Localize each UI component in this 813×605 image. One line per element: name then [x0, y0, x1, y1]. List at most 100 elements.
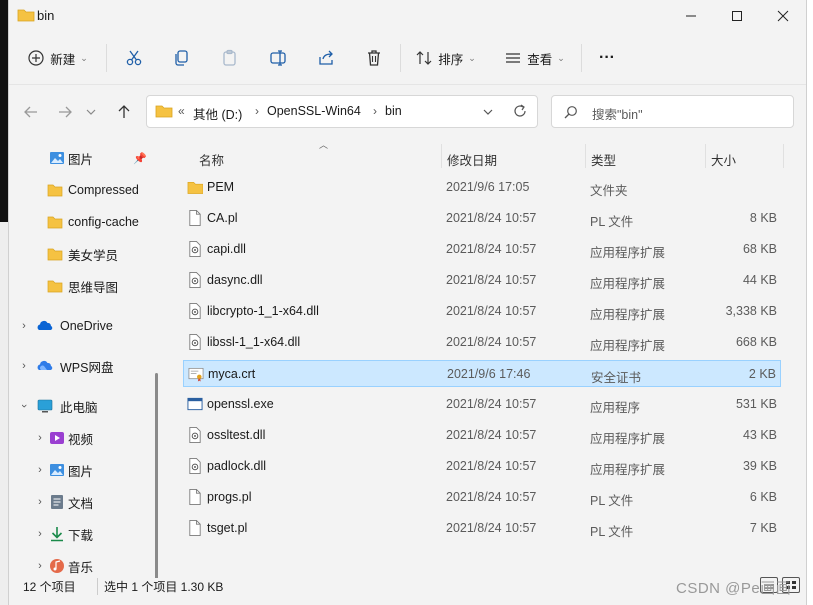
- chevron-right-icon[interactable]: ›: [34, 528, 46, 540]
- sidebar-item-compressed[interactable]: Compressed: [9, 175, 159, 205]
- sidebar-scrollbar[interactable]: [155, 373, 158, 578]
- file-row[interactable]: padlock.dll 2021/8/24 10:57 应用程序扩展 39 KB: [183, 453, 781, 480]
- chevron-right-icon[interactable]: ›: [34, 496, 46, 508]
- refresh-icon[interactable]: [513, 104, 527, 118]
- view-list-icon: [506, 53, 521, 63]
- navigation-row: « 其他 (D:) › OpenSSL-Win64 › bin 搜索"bin": [9, 84, 806, 138]
- file-row[interactable]: openssl.exe 2021/8/24 10:57 应用程序 531 KB: [183, 391, 781, 418]
- address-bar[interactable]: « 其他 (D:) › OpenSSL-Win64 › bin: [146, 95, 538, 128]
- chevron-right-icon[interactable]: ›: [34, 432, 46, 444]
- dll-icon: [189, 334, 201, 350]
- sidebar-item-pictures[interactable]: › 图片: [9, 455, 159, 485]
- breadcrumb-overflow[interactable]: «: [178, 104, 185, 118]
- file-row[interactable]: progs.pl 2021/8/24 10:57 PL 文件 6 KB: [183, 484, 781, 511]
- chevron-down-icon: ⌄: [468, 52, 476, 63]
- folder-icon: [47, 248, 63, 261]
- chevron-down-icon[interactable]: [483, 107, 493, 117]
- sidebar-item-folder-students[interactable]: 美女学员: [9, 239, 159, 269]
- copy-button[interactable]: [166, 42, 198, 74]
- sort-button[interactable]: 排序 ⌄: [412, 42, 480, 74]
- file-row[interactable]: tsget.pl 2021/8/24 10:57 PL 文件 7 KB: [183, 515, 781, 542]
- delete-button[interactable]: [358, 42, 390, 74]
- folder-icon: [187, 181, 203, 194]
- sidebar-item-this-pc[interactable]: › 此电脑: [9, 391, 159, 421]
- forward-button[interactable]: [53, 100, 77, 124]
- sidebar-item-mindmap[interactable]: 思维导图: [9, 271, 159, 301]
- sidebar-item-onedrive[interactable]: › OneDrive: [9, 311, 159, 341]
- rename-button[interactable]: [262, 42, 294, 74]
- file-row[interactable]: capi.dll 2021/8/24 10:57 应用程序扩展 68 KB: [183, 236, 781, 263]
- title-bar[interactable]: bin: [9, 0, 806, 32]
- file-date: 2021/8/24 10:57: [446, 397, 537, 411]
- share-button[interactable]: [310, 42, 342, 74]
- chevron-right-icon[interactable]: ›: [255, 104, 259, 118]
- explorer-window: bin 新建 ⌄ 排序 ⌄ 查看 ⌄ ··· « 其他 (D:) › OpenS…: [8, 0, 807, 605]
- file-row[interactable]: myca.crt 2021/9/6 17:46 安全证书 2 KB: [183, 360, 781, 387]
- chevron-right-icon[interactable]: ›: [34, 560, 46, 572]
- column-header-size[interactable]: 大小: [711, 144, 736, 174]
- new-button[interactable]: 新建 ⌄: [21, 42, 95, 74]
- sort-icon: [416, 51, 432, 65]
- folder-icon: [47, 216, 63, 229]
- close-button[interactable]: [760, 0, 806, 32]
- breadcrumb-item[interactable]: OpenSSL-Win64: [267, 104, 361, 118]
- maximize-button[interactable]: [714, 0, 760, 32]
- back-button[interactable]: [19, 100, 43, 124]
- file-date: 2021/8/24 10:57: [446, 521, 537, 535]
- toolbar-divider: [106, 44, 107, 72]
- file-size: 8 KB: [749, 211, 777, 225]
- cut-button[interactable]: [118, 42, 150, 74]
- chevron-right-icon[interactable]: ›: [18, 320, 30, 332]
- column-divider[interactable]: [585, 144, 586, 168]
- column-header-name[interactable]: 名称: [199, 144, 224, 174]
- minimize-icon: [686, 15, 696, 17]
- file-date: 2021/8/24 10:57: [446, 428, 537, 442]
- breadcrumb-item[interactable]: bin: [385, 104, 402, 118]
- file-row[interactable]: CA.pl 2021/8/24 10:57 PL 文件 8 KB: [183, 205, 781, 232]
- chevron-right-icon[interactable]: ›: [373, 104, 377, 118]
- more-options-button[interactable]: ···: [591, 42, 623, 74]
- file-type: 应用程序扩展: [590, 308, 666, 322]
- file-name: padlock.dll: [207, 459, 267, 473]
- file-row[interactable]: PEM 2021/9/6 17:05 文件夹: [183, 174, 781, 201]
- column-header-type[interactable]: 类型: [591, 144, 616, 174]
- file-row[interactable]: ossltest.dll 2021/8/24 10:57 应用程序扩展 43 KB: [183, 422, 781, 449]
- file-row[interactable]: libcrypto-1_1-x64.dll 2021/8/24 10:57 应用程序…: [183, 298, 781, 325]
- chevron-down-icon[interactable]: ›: [18, 400, 30, 412]
- file-type: 应用程序扩展: [590, 463, 666, 477]
- pin-icon[interactable]: 📌: [133, 152, 147, 165]
- file-row[interactable]: dasync.dll 2021/8/24 10:57 应用程序扩展 44 KB: [183, 267, 781, 294]
- sidebar-item-wps-cloud[interactable]: › WPS网盘: [9, 351, 159, 381]
- chevron-down-icon: ⌄: [557, 52, 565, 63]
- chevron-right-icon[interactable]: ›: [18, 360, 30, 372]
- dll-icon: [189, 272, 201, 288]
- file-row[interactable]: libssl-1_1-x64.dll 2021/8/24 10:57 应用程序扩展 6…: [183, 329, 781, 356]
- dll-icon: [189, 303, 201, 319]
- background-strip: [0, 0, 8, 605]
- up-button[interactable]: [112, 100, 136, 124]
- sidebar-item-label: 此电脑: [60, 400, 98, 415]
- column-header-date[interactable]: 修改日期: [447, 144, 497, 174]
- computer-icon: [37, 399, 53, 413]
- column-divider[interactable]: [783, 144, 784, 168]
- column-divider[interactable]: [705, 144, 706, 168]
- view-button[interactable]: 查看 ⌄: [500, 42, 570, 74]
- file-date: 2021/8/24 10:57: [446, 211, 537, 225]
- minimize-button[interactable]: [668, 0, 714, 32]
- sidebar-item-videos[interactable]: › 视频: [9, 423, 159, 453]
- breadcrumb-item[interactable]: 其他 (D:): [193, 104, 242, 123]
- file-icon: [189, 520, 201, 536]
- sidebar-item-documents[interactable]: › 文档: [9, 487, 159, 517]
- search-input[interactable]: 搜索"bin": [551, 95, 794, 128]
- recent-locations-button[interactable]: [83, 100, 99, 124]
- column-divider[interactable]: [441, 144, 442, 168]
- file-size: 43 KB: [742, 428, 777, 442]
- sidebar-item-downloads[interactable]: › 下载: [9, 519, 159, 549]
- sidebar-item-pictures-quick[interactable]: 图片 📌: [9, 143, 159, 173]
- pictures-icon: [50, 152, 64, 164]
- chevron-right-icon[interactable]: ›: [34, 464, 46, 476]
- sidebar-item-config-cache[interactable]: config-cache: [9, 207, 159, 237]
- rename-icon: [270, 50, 286, 66]
- paste-button[interactable]: [214, 42, 246, 74]
- command-bar: 新建 ⌄ 排序 ⌄ 查看 ⌄ ···: [9, 32, 806, 85]
